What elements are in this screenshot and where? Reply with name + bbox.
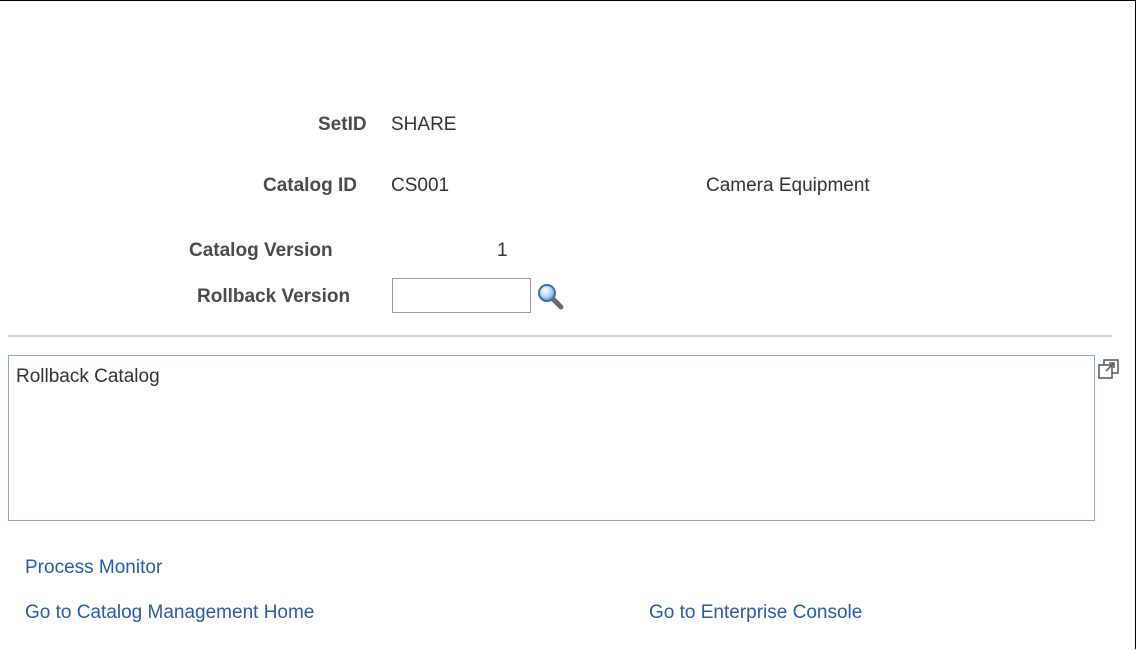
- catalog-description: Camera Equipment: [706, 175, 870, 196]
- page-frame: [0, 0, 1136, 649]
- process-monitor-link[interactable]: Process Monitor: [25, 557, 162, 579]
- catalog-management-home-link[interactable]: Go to Catalog Management Home: [25, 602, 314, 624]
- section-divider: [8, 335, 1112, 337]
- expand-icon[interactable]: [1097, 358, 1121, 380]
- catalog-version-label: Catalog Version: [189, 240, 333, 261]
- rollback-version-label: Rollback Version: [197, 286, 351, 307]
- setid-value: SHARE: [391, 114, 457, 135]
- catalog-id-label: Catalog ID: [263, 175, 357, 196]
- setid-label: SetID: [318, 114, 367, 135]
- search-icon[interactable]: [536, 282, 566, 312]
- catalog-version-value: 1: [497, 240, 508, 261]
- catalog-id-value: CS001: [391, 175, 450, 196]
- rollback-version-input[interactable]: [392, 278, 531, 313]
- enterprise-console-link[interactable]: Go to Enterprise Console: [649, 602, 862, 624]
- comments-textarea[interactable]: Rollback Catalog: [8, 355, 1095, 521]
